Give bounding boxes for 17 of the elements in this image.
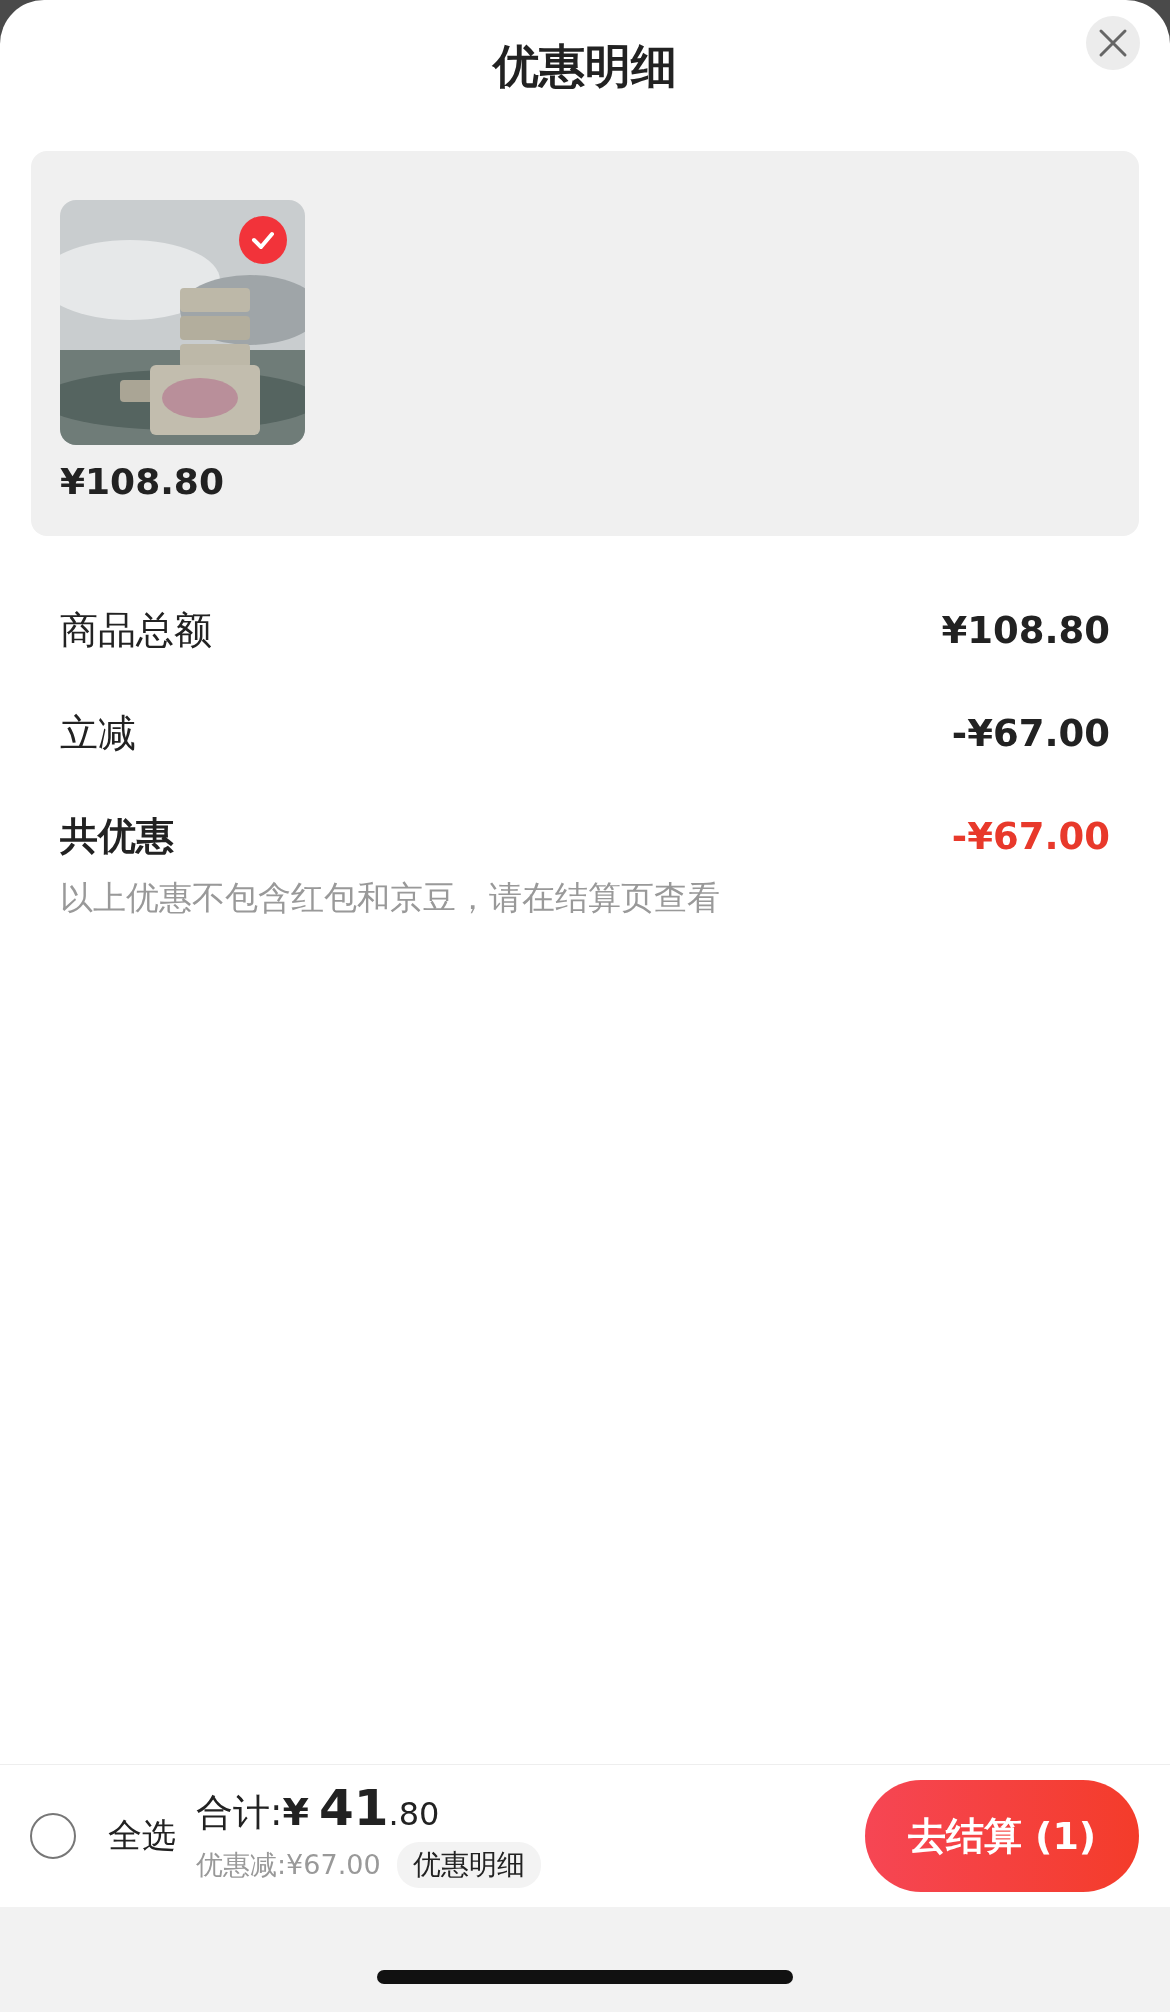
summary-label: 商品总额 — [60, 607, 212, 654]
summary-value: -¥67.00 — [951, 815, 1110, 858]
checkout-button[interactable]: 去结算 (1) — [865, 1780, 1139, 1892]
close-icon — [1098, 28, 1128, 58]
summary-value: -¥67.00 — [951, 712, 1110, 755]
summary-value: ¥108.80 — [941, 609, 1110, 652]
discount-detail-button[interactable]: 优惠明细 — [396, 1841, 541, 1888]
sheet-title: 优惠明细 — [493, 38, 677, 95]
summary-label: 共优惠 — [60, 813, 174, 860]
product-price: ¥108.80 — [60, 461, 225, 502]
select-all-radio[interactable] — [30, 1813, 76, 1859]
discount-text: 优惠减:¥67.00 — [196, 1847, 381, 1882]
summary-label: 立减 — [60, 710, 136, 757]
note-text: 以上优惠不包含红包和京豆，请在结算页查看 — [59, 877, 721, 919]
total-amount: 合计:¥ 41.80 — [196, 1778, 441, 1838]
select-all-label[interactable]: 全选 — [108, 1813, 176, 1859]
close-button[interactable] — [1086, 16, 1140, 70]
